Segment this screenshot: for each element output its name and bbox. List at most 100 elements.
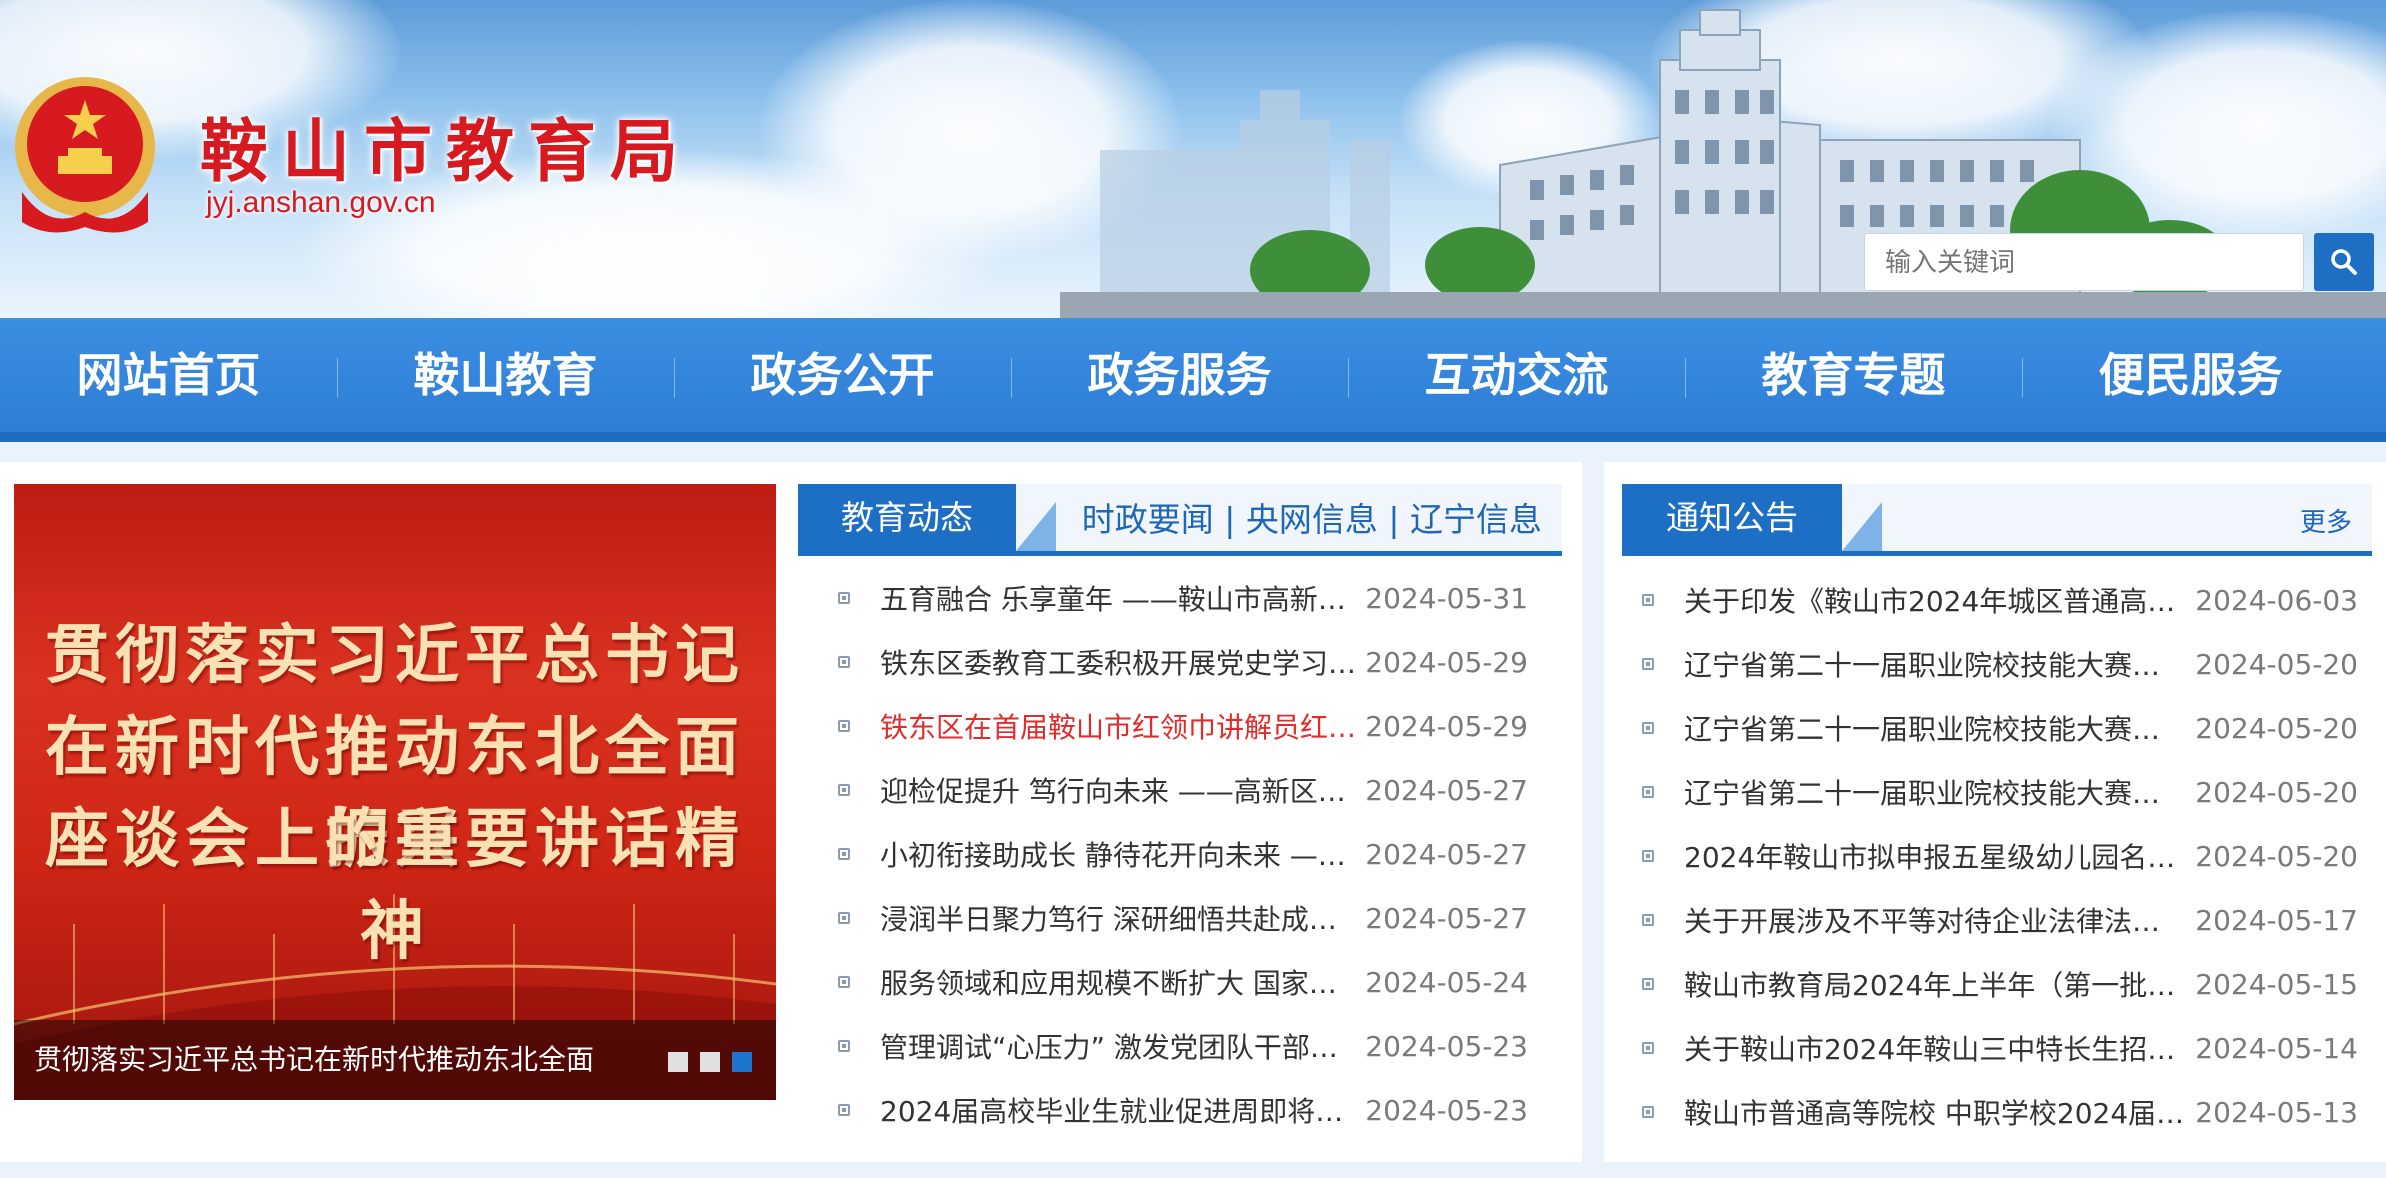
slide-headline-line-1: 贯彻落实习近平总书记: [45, 619, 745, 693]
slide-headline-line-3: 座谈会上的重要讲话精神: [45, 803, 745, 969]
search-input[interactable]: [1864, 233, 2304, 291]
list-item-title[interactable]: 关于开展涉及不平等对待企业法律法规…: [1684, 900, 2187, 940]
list-item[interactable]: 浸润半日聚力笃行 深研细悟共赴成长 … 2024-05-27: [828, 886, 1528, 950]
list-item-title[interactable]: 管理调试“心压力” 激发党团队干部…: [880, 1026, 1357, 1066]
nav-item-government-affairs[interactable]: 政务公开: [674, 320, 1011, 430]
national-emblem-logo: [15, 77, 155, 233]
list-item-date: 2024-05-23: [1365, 1029, 1528, 1063]
carousel-dot-active[interactable]: [732, 1052, 752, 1072]
list-item-title[interactable]: 辽宁省第二十一届职业院校技能大赛教…: [1684, 772, 2187, 812]
list-item[interactable]: 2024届高校毕业生就业促进周即将启动 2024-05-23: [828, 1078, 1528, 1142]
notice-list: 关于印发《鞍山市2024年城区普通高中… 2024-06-03 辽宁省第二十一届职业…: [1632, 568, 2358, 1144]
slide-caption[interactable]: 贯彻落实习近平总书记在新时代推动东北全面: [14, 1020, 776, 1100]
list-item[interactable]: 鞍山市教育局2024年上半年（第一批）… 2024-05-15: [1632, 952, 2358, 1016]
news-list: 五育融合 乐享童年 ——鞍山市高新区… 2024-05-31 铁东区委教育工委积极开…: [828, 566, 1528, 1142]
list-item-title[interactable]: 铁东区委教育工委积极开展党史学习…: [880, 642, 1357, 682]
list-item-title[interactable]: 关于鞍山市2024年鞍山三中特长生招生…: [1684, 1028, 2187, 1068]
carousel-slide[interactable]: 贯彻落实习近平总书记 在新时代推动东北全面振兴 座谈会上的重要讲话精神 贯彻落实…: [14, 484, 776, 1100]
list-item[interactable]: 辽宁省第二十一届职业院校技能大赛中… 2024-05-20: [1632, 696, 2358, 760]
nav-item-public-services[interactable]: 便民服务: [2022, 320, 2359, 430]
list-item[interactable]: 铁东区在首届鞍山市红领巾讲解员红… 2024-05-29: [828, 694, 1528, 758]
tab-education-news[interactable]: 教育动态: [798, 484, 1016, 551]
main-nav: 网站首页 鞍山教育 政务公开 政务服务 互动交流 教育专题 便民服务: [0, 318, 2386, 442]
list-item-date: 2024-05-29: [1365, 645, 1528, 679]
bullet-icon: [838, 848, 850, 860]
list-item-title[interactable]: 辽宁省第二十一届职业院校技能大赛中…: [1684, 644, 2187, 684]
list-item[interactable]: 辽宁省第二十一届职业院校技能大赛中… 2024-05-20: [1632, 632, 2358, 696]
carousel-dot[interactable]: [700, 1052, 720, 1072]
site-title: 鞍山市教育局: [200, 113, 693, 192]
carousel-dots: [668, 1052, 752, 1072]
list-item-title[interactable]: 关于印发《鞍山市2024年城区普通高中…: [1684, 580, 2187, 620]
list-item-date: 2024-05-15: [2195, 967, 2358, 1001]
link-cctv-news[interactable]: 央网信息: [1246, 500, 1378, 539]
nav-item-education-topics[interactable]: 教育专题: [1685, 320, 2022, 430]
list-item-title[interactable]: 2024届高校毕业生就业促进周即将启动: [880, 1090, 1357, 1130]
list-item-title[interactable]: 服务领域和应用规模不断扩大 国家中…: [880, 962, 1357, 1002]
list-item-date: 2024-05-23: [1365, 1093, 1528, 1127]
bullet-icon: [838, 1104, 850, 1116]
bullet-icon: [1642, 1042, 1654, 1054]
carousel-dot[interactable]: [668, 1052, 688, 1072]
list-item-title[interactable]: 铁东区在首届鞍山市红领巾讲解员红…: [880, 706, 1357, 746]
list-item-date: 2024-05-20: [2195, 711, 2358, 745]
bullet-icon: [838, 592, 850, 604]
bullet-icon: [1642, 722, 1654, 734]
list-item-title[interactable]: 鞍山市普通高等院校 中职学校2024届…: [1684, 1092, 2187, 1132]
list-item-date: 2024-05-27: [1365, 773, 1528, 807]
nav-item-home[interactable]: 网站首页: [0, 320, 337, 430]
tab-corner-decoration: [1842, 502, 1882, 551]
list-item[interactable]: 2024年鞍山市拟申报五星级幼儿园名单… 2024-05-20: [1632, 824, 2358, 888]
bullet-icon: [838, 976, 850, 988]
nav-item-anshan-education[interactable]: 鞍山教育: [337, 320, 674, 430]
list-item[interactable]: 鞍山市普通高等院校 中职学校2024届… 2024-05-13: [1632, 1080, 2358, 1144]
list-item-title[interactable]: 浸润半日聚力笃行 深研细悟共赴成长 …: [880, 898, 1357, 938]
more-link[interactable]: 更多: [2300, 502, 2352, 539]
list-item[interactable]: 迎检促提升 笃行向未来 ——高新区… 2024-05-27: [828, 758, 1528, 822]
list-item[interactable]: 关于鞍山市2024年鞍山三中特长生招生… 2024-05-14: [1632, 1016, 2358, 1080]
list-item[interactable]: 管理调试“心压力” 激发党团队干部… 2024-05-23: [828, 1014, 1528, 1078]
list-item-title[interactable]: 迎检促提升 笃行向未来 ——高新区…: [880, 770, 1357, 810]
list-item-date: 2024-05-14: [2195, 1031, 2358, 1065]
list-item-title[interactable]: 小初衔接助成长 静待花开向未来 —…: [880, 834, 1357, 874]
list-item[interactable]: 辽宁省第二十一届职业院校技能大赛教… 2024-05-20: [1632, 760, 2358, 824]
list-item[interactable]: 关于开展涉及不平等对待企业法律法规… 2024-05-17: [1632, 888, 2358, 952]
bullet-icon: [838, 1040, 850, 1052]
link-liaoning-news[interactable]: 辽宁信息: [1410, 500, 1542, 539]
list-item[interactable]: 铁东区委教育工委积极开展党史学习… 2024-05-29: [828, 630, 1528, 694]
list-item-title[interactable]: 五育融合 乐享童年 ——鞍山市高新区…: [880, 578, 1357, 618]
nav-item-government-services[interactable]: 政务服务: [1011, 320, 1348, 430]
list-item-title[interactable]: 鞍山市教育局2024年上半年（第一批）…: [1684, 964, 2187, 1004]
list-item-date: 2024-05-20: [2195, 839, 2358, 873]
list-item-date: 2024-05-13: [2195, 1095, 2358, 1129]
search-icon: [2331, 249, 2357, 275]
bullet-icon: [1642, 914, 1654, 926]
link-political-news[interactable]: 时政要闻: [1082, 500, 1214, 539]
bullet-icon: [838, 656, 850, 668]
list-item-date: 2024-05-27: [1365, 837, 1528, 871]
list-item-date: 2024-05-20: [2195, 775, 2358, 809]
list-item-date: 2024-06-03: [2195, 583, 2358, 617]
list-item-date: 2024-05-31: [1365, 581, 1528, 615]
bullet-icon: [1642, 786, 1654, 798]
list-item-title[interactable]: 2024年鞍山市拟申报五星级幼儿园名单…: [1684, 836, 2187, 876]
search-button[interactable]: [2314, 233, 2374, 291]
list-item[interactable]: 五育融合 乐享童年 ——鞍山市高新区… 2024-05-31: [828, 566, 1528, 630]
list-item-date: 2024-05-24: [1365, 965, 1528, 999]
bullet-icon: [838, 784, 850, 796]
list-item[interactable]: 小初衔接助成长 静待花开向未来 —… 2024-05-27: [828, 822, 1528, 886]
tab-notices[interactable]: 通知公告: [1622, 484, 1842, 551]
nav-item-interaction[interactable]: 互动交流: [1348, 320, 1685, 430]
list-item[interactable]: 关于印发《鞍山市2024年城区普通高中… 2024-06-03: [1632, 568, 2358, 632]
list-item-date: 2024-05-29: [1365, 709, 1528, 743]
list-item-date: 2024-05-27: [1365, 901, 1528, 935]
bullet-icon: [1642, 1106, 1654, 1118]
bullet-icon: [1642, 978, 1654, 990]
notice-section-header: 通知公告 更多: [1622, 484, 2372, 556]
news-sub-links: 时政要闻 | 央网信息 | 辽宁信息: [1082, 492, 1542, 548]
list-item[interactable]: 服务领域和应用规模不断扩大 国家中… 2024-05-24: [828, 950, 1528, 1014]
site-header: 鞍山市教育局 jyj.anshan.gov.cn: [0, 0, 2386, 318]
tab-corner-decoration: [1016, 502, 1056, 551]
list-item-title[interactable]: 辽宁省第二十一届职业院校技能大赛中…: [1684, 708, 2187, 748]
bullet-icon: [838, 720, 850, 732]
